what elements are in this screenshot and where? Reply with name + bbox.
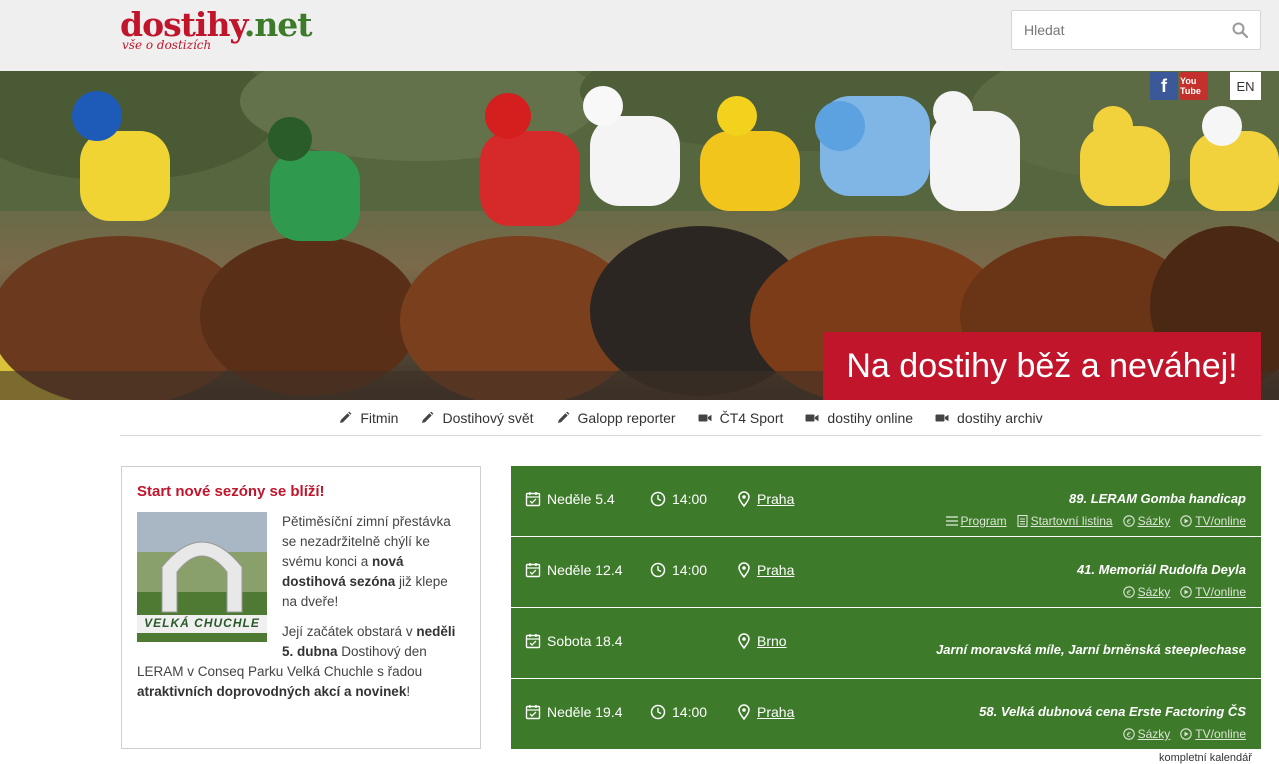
race-link-tv-online[interactable]: TV/online [1180, 727, 1246, 741]
hero-banner: f You Tube EN Na dostihy běž a neváhej! [0, 71, 1279, 400]
race-link-s-zky[interactable]: € Sázky [1122, 727, 1170, 741]
media-link-5[interactable]: dostihy archiv [935, 410, 1043, 426]
calendar-icon [525, 705, 541, 720]
media-link-3[interactable]: ČT4 Sport [698, 409, 784, 426]
euro-coin-icon: € [1122, 586, 1135, 598]
news-card: Start nové sezóny se blíží! VELKÁ CHUCHL… [121, 466, 481, 749]
clock-icon [650, 491, 666, 507]
map-pin-icon [738, 491, 750, 507]
euro-coin-icon: € [1122, 515, 1135, 527]
pencil-icon [556, 411, 570, 425]
race-link-tv-online[interactable]: TV/online [1180, 514, 1246, 528]
search-icon[interactable] [1232, 22, 1248, 38]
hero-slogan: Na dostihy běž a neváhej! [823, 332, 1261, 400]
race-date-text: Sobota 18.4 [547, 633, 623, 649]
race-time-text: 14:00 [672, 491, 708, 507]
map-pin-icon [738, 562, 750, 578]
media-link-label: Dostihový svět [442, 409, 534, 426]
media-link-label: ČT4 Sport [719, 409, 784, 426]
site-header: dostihy.net vše o dostizích [0, 0, 1279, 71]
list-icon [945, 515, 958, 527]
play-circle-icon [1180, 586, 1193, 598]
race-time: 14:00 [650, 704, 707, 720]
race-link-s-zky[interactable]: € Sázky [1122, 514, 1170, 528]
media-link-label: dostihy online [827, 409, 914, 426]
svg-text:€: € [1125, 731, 1131, 739]
race-link-program[interactable]: Program [945, 514, 1007, 528]
media-link-2[interactable]: Galopp reporter [556, 410, 676, 426]
site-logo[interactable]: dostihy.net vše o dostizích [120, 6, 313, 53]
svg-text:€: € [1125, 518, 1131, 526]
play-circle-icon [1180, 515, 1193, 527]
clock-icon [650, 704, 666, 720]
race-date-text: Neděle 5.4 [547, 491, 615, 507]
race-place-link[interactable]: Praha [757, 491, 794, 507]
race-row: Neděle 5.4 14:00 Praha 89. LERAM Gomba hand… [511, 466, 1261, 537]
race-place-link[interactable]: Praha [757, 562, 794, 578]
calendar-icon [525, 634, 541, 649]
calendar-icon [525, 492, 541, 507]
race-time: 14:00 [650, 491, 707, 507]
race-links: € Sázky TV/online [1122, 585, 1246, 599]
race-link-tv-online[interactable]: TV/online [1180, 585, 1246, 599]
video-camera-icon [698, 411, 712, 425]
race-date: Neděle 19.4 [525, 704, 623, 720]
media-link-label: Fitmin [360, 409, 399, 426]
language-switch-en[interactable]: EN [1230, 72, 1261, 100]
race-place: Praha [737, 704, 794, 720]
race-row: Neděle 12.4 14:00 Praha 41. Memoriál Rudolf… [511, 537, 1261, 608]
pencil-icon [338, 411, 352, 425]
race-name[interactable]: Jarní moravská míle, Jarní brněnská stee… [936, 642, 1246, 657]
map-pin-icon [738, 633, 750, 649]
race-name[interactable]: 58. Velká dubnová cena Erste Factoring Č… [979, 704, 1246, 719]
race-date-text: Neděle 19.4 [547, 704, 623, 720]
video-camera-icon [935, 411, 949, 425]
map-pin-icon [738, 704, 750, 720]
race-row: Sobota 18.4 Brno Jarní moravská míle, Jarn… [511, 608, 1261, 679]
race-place: Praha [737, 562, 794, 578]
race-link-startovn-listina[interactable]: Startovní listina [1017, 514, 1113, 528]
euro-coin-icon: € [1122, 728, 1135, 740]
race-time-text: 14:00 [672, 562, 708, 578]
calendar-icon [525, 563, 541, 578]
race-date: Sobota 18.4 [525, 633, 623, 649]
race-date: Neděle 5.4 [525, 491, 615, 507]
full-calendar-link[interactable]: kompletní kalendář [1159, 752, 1252, 764]
race-link-s-zky[interactable]: € Sázky [1122, 585, 1170, 599]
race-place: Praha [737, 491, 794, 507]
media-link-label: dostihy archiv [957, 409, 1043, 426]
media-link-1[interactable]: Dostihový svět [420, 409, 534, 426]
media-link-0[interactable]: Fitmin [338, 410, 398, 426]
race-place-link[interactable]: Brno [757, 633, 787, 649]
race-links: Program Startovní listina € Sázky TV/online [945, 514, 1246, 528]
clock-icon [650, 562, 666, 578]
race-calendar: Neděle 5.4 14:00 Praha 89. LERAM Gomba hand… [511, 466, 1261, 750]
document-icon [1017, 515, 1028, 527]
race-links: € Sázky TV/online [1122, 727, 1246, 741]
news-image[interactable]: VELKÁ CHUCHLE [137, 512, 267, 642]
race-name[interactable]: 89. LERAM Gomba handicap [1069, 491, 1246, 506]
video-camera-icon [805, 411, 819, 425]
facebook-icon[interactable]: f [1150, 72, 1178, 100]
race-time: 14:00 [650, 562, 707, 578]
race-row: Neděle 19.4 14:00 Praha 58. Velká dubnová c… [511, 679, 1261, 750]
media-link-label: Galopp reporter [577, 409, 676, 426]
media-link-4[interactable]: dostihy online [805, 410, 913, 426]
play-circle-icon [1180, 728, 1193, 740]
pencil-icon [420, 411, 434, 425]
news-title[interactable]: Start nové sezóny se blíží! [137, 483, 465, 500]
race-place-link[interactable]: Praha [757, 704, 794, 720]
race-date: Neděle 12.4 [525, 562, 623, 578]
race-time-text: 14:00 [672, 704, 708, 720]
svg-text:€: € [1125, 589, 1131, 597]
media-links-nav: Fitmin Dostihový svět Galopp reporter ČT4 S… [120, 400, 1261, 436]
search-box [1011, 10, 1261, 50]
race-place: Brno [737, 633, 787, 649]
youtube-icon[interactable]: You Tube [1180, 72, 1208, 100]
race-date-text: Neděle 12.4 [547, 562, 623, 578]
race-name[interactable]: 41. Memoriál Rudolfa Deyla [1077, 562, 1246, 577]
news-image-sign: VELKÁ CHUCHLE [144, 616, 260, 630]
search-input[interactable] [1012, 11, 1212, 49]
